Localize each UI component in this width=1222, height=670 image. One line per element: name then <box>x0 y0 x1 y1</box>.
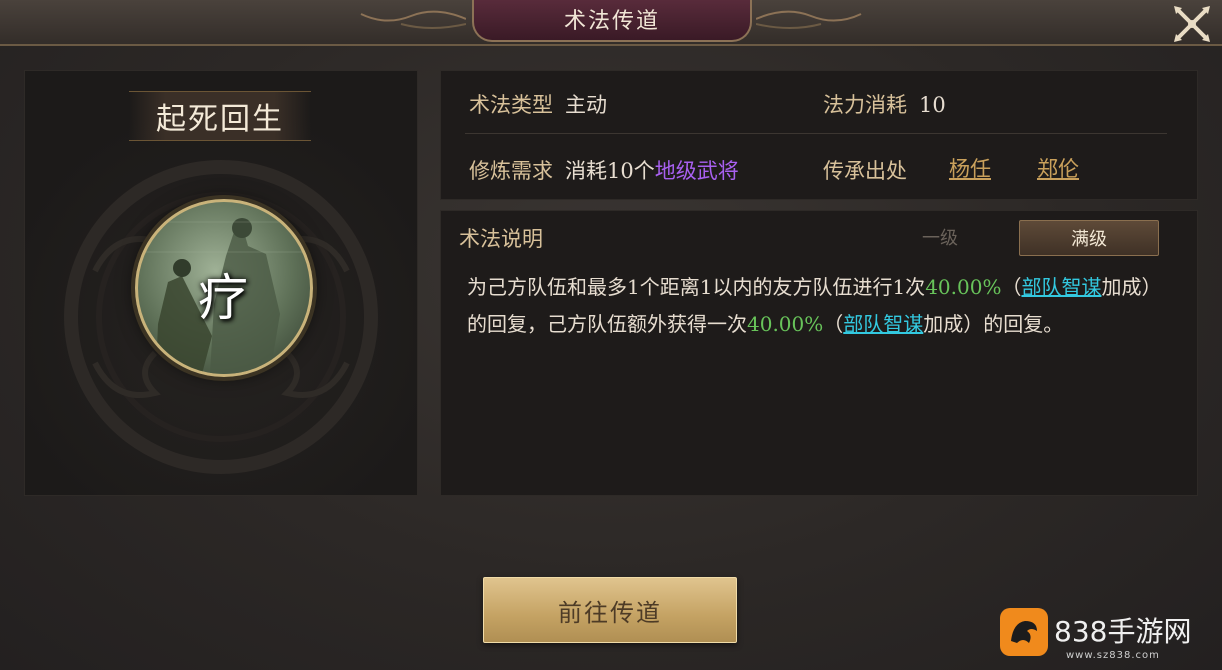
top-bar: 术法传道 <box>0 0 1222 46</box>
watermark-brand: 838手游网 <box>1054 615 1192 648</box>
skill-type-value: 主动 <box>565 93 607 117</box>
window-title: 术法传道 <box>472 0 752 42</box>
source-link-zhenglun[interactable]: 郑伦 <box>1037 153 1079 183</box>
troop-intelligence-link[interactable]: 部队智谋 <box>843 312 923 336</box>
tab-max-level[interactable]: 满级 <box>1019 220 1159 256</box>
requirement-text: 消耗10个 <box>565 159 655 183</box>
troop-intelligence-link[interactable]: 部队智谋 <box>1021 275 1101 299</box>
go-teach-button[interactable]: 前往传道 <box>483 577 737 643</box>
mana-cost-value: 10 <box>919 93 946 117</box>
skill-icon-glyph: 疗 <box>198 269 248 327</box>
description-segment: 加成）的回复。 <box>923 312 1064 336</box>
mana-cost-label: 法力消耗 <box>823 93 907 117</box>
description-segment: （ <box>1001 275 1022 299</box>
skill-icon: 疗 <box>135 199 313 377</box>
inheritance-source-row: 传承出处 <box>823 155 907 185</box>
tab-level-1[interactable]: 一级 <box>871 220 1009 254</box>
title-ornament-left-icon <box>360 10 466 29</box>
watermark-url: www.sz838.com <box>1066 650 1160 661</box>
skill-description-panel: 术法说明 一级 满级 为己方队伍和最多1个距离1以内的友方队伍进行1次40.00… <box>440 210 1198 496</box>
requirement-grade-highlight: 地级武将 <box>654 159 739 183</box>
extra-heal-percent-value: 40.00% <box>747 312 824 336</box>
skill-name: 起死回生 <box>129 91 311 141</box>
heal-percent-value: 40.00% <box>925 275 1002 299</box>
inheritance-source-label: 传承出处 <box>823 159 907 183</box>
title-ornament-right-icon <box>756 10 862 29</box>
site-watermark: 838手游网 www.sz838.com <box>1000 606 1200 662</box>
close-button[interactable] <box>1170 2 1214 46</box>
mana-cost-row: 法力消耗 10 <box>823 89 946 119</box>
info-divider <box>465 133 1167 134</box>
skill-type-label: 术法类型 <box>469 93 553 117</box>
skill-portrait-panel: 起死回生 疗 <box>24 70 418 496</box>
description-segment: （ <box>823 312 844 336</box>
close-x-icon <box>1174 6 1210 42</box>
description-title: 术法说明 <box>459 227 543 251</box>
description-text: 为己方队伍和最多1个距离1以内的友方队伍进行1次40.00%（部队智谋加成）的回… <box>467 269 1179 343</box>
skill-type-row: 术法类型 主动 <box>469 89 607 119</box>
dragon-logo-icon <box>1000 608 1048 656</box>
training-requirement-row: 修炼需求 消耗10个地级武将 <box>469 155 739 185</box>
training-requirement-value: 消耗10个地级武将 <box>565 159 739 183</box>
training-requirement-label: 修炼需求 <box>469 159 553 183</box>
source-link-yangren[interactable]: 杨任 <box>949 153 991 183</box>
skill-info-panel: 术法类型 主动 法力消耗 10 修炼需求 消耗10个地级武将 传承出处 杨任 郑伦 <box>440 70 1198 200</box>
description-segment: 为己方队伍和最多1个距离1以内的友方队伍进行1次 <box>467 275 926 299</box>
